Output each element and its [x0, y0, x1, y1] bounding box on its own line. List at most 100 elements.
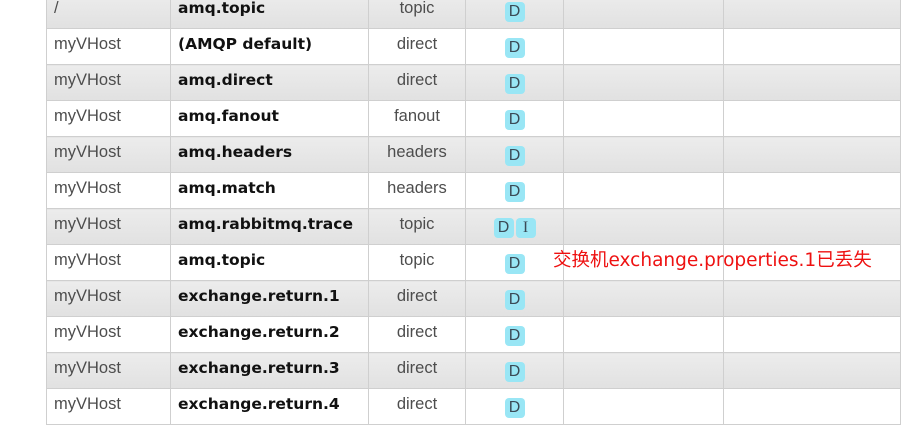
- message-rate-in-cell: [563, 352, 724, 389]
- features-cell: D: [465, 388, 564, 425]
- exchange-name-cell: amq.topic: [170, 244, 369, 281]
- exchange-row: myVHost exchange.return.1 direct D: [46, 280, 901, 317]
- message-rate-in-cell: [563, 280, 724, 317]
- message-rate-in-cell: [563, 316, 724, 353]
- durable-badge: D: [504, 182, 525, 202]
- features-cell: D: [465, 316, 564, 353]
- message-rate-out-cell: [723, 136, 901, 173]
- vhost-text: myVHost: [54, 142, 121, 161]
- message-rate-in-cell: [563, 64, 724, 101]
- exchange-name-link[interactable]: amq.headers: [178, 143, 292, 161]
- exchange-type-text: headers: [387, 178, 447, 197]
- message-rate-out-cell: [723, 172, 901, 209]
- message-rate-in-cell: [563, 136, 724, 173]
- exchange-name-link[interactable]: amq.topic: [178, 251, 265, 269]
- vhost-cell: /: [46, 0, 171, 29]
- exchange-row: myVHost amq.fanout fanout D: [46, 100, 901, 137]
- exchange-name-link[interactable]: exchange.return.3: [178, 359, 340, 377]
- durable-badge: D: [493, 218, 514, 238]
- vhost-cell: myVHost: [46, 172, 171, 209]
- exchange-name-cell: amq.headers: [170, 136, 369, 173]
- vhost-cell: myVHost: [46, 208, 171, 245]
- exchange-row: myVHost amq.match headers D: [46, 172, 901, 209]
- exchange-row: myVHost (AMQP default) direct D: [46, 28, 901, 65]
- exchange-type-cell: direct: [368, 64, 466, 101]
- durable-badge: D: [504, 362, 525, 382]
- vhost-text: myVHost: [54, 286, 121, 305]
- vhost-cell: myVHost: [46, 244, 171, 281]
- exchange-type-cell: direct: [368, 28, 466, 65]
- exchanges-table: / amq.topic topic DmyVHost (AMQP default) dir…: [46, 0, 901, 425]
- features-cell: D: [465, 352, 564, 389]
- exchange-type-text: direct: [396, 34, 438, 53]
- exchange-name-link[interactable]: amq.topic: [178, 0, 265, 17]
- exchange-name-link[interactable]: exchange.return.1: [178, 287, 340, 305]
- exchange-name-link[interactable]: amq.direct: [178, 71, 273, 89]
- vhost-cell: myVHost: [46, 136, 171, 173]
- exchange-missing-note: 交换机exchange.properties.1已丢失: [553, 250, 872, 271]
- exchange-type-cell: topic: [368, 208, 466, 245]
- exchanges-table-body: / amq.topic topic DmyVHost (AMQP default) dir…: [46, 0, 901, 425]
- message-rate-out-cell: [723, 208, 901, 245]
- vhost-text: myVHost: [54, 70, 121, 89]
- vhost-text: myVHost: [54, 106, 121, 125]
- exchanges-table-container: / amq.topic topic DmyVHost (AMQP default) dir…: [46, 0, 901, 425]
- exchange-type-cell: headers: [368, 172, 466, 209]
- exchange-name-cell: amq.topic: [170, 0, 369, 29]
- exchange-name-cell: exchange.return.4: [170, 388, 369, 425]
- exchange-name-link[interactable]: exchange.return.4: [178, 395, 340, 413]
- features-cell: D: [465, 172, 564, 209]
- vhost-cell: myVHost: [46, 352, 171, 389]
- vhost-cell: myVHost: [46, 64, 171, 101]
- exchange-type-cell: headers: [368, 136, 466, 173]
- exchange-type-text: direct: [396, 70, 438, 89]
- exchange-row: myVHost exchange.return.2 direct D: [46, 316, 901, 353]
- vhost-text: /: [54, 0, 59, 17]
- exchange-row: myVHost amq.rabbitmq.trace topic D I: [46, 208, 901, 245]
- vhost-cell: myVHost: [46, 100, 171, 137]
- features-cell: D: [465, 136, 564, 173]
- message-rate-in-cell: [563, 0, 724, 29]
- exchange-row: myVHost exchange.return.4 direct D: [46, 388, 901, 425]
- message-rate-out-cell: [723, 280, 901, 317]
- exchange-name-cell: amq.fanout: [170, 100, 369, 137]
- message-rate-out-cell: [723, 28, 901, 65]
- vhost-cell: myVHost: [46, 316, 171, 353]
- durable-badge: D: [504, 254, 525, 274]
- features-cell: D: [465, 28, 564, 65]
- durable-badge: D: [504, 110, 525, 130]
- vhost-text: myVHost: [54, 394, 121, 413]
- message-rate-in-cell: [563, 208, 724, 245]
- vhost-cell: myVHost: [46, 280, 171, 317]
- vhost-text: myVHost: [54, 322, 121, 341]
- exchange-type-text: direct: [396, 322, 438, 341]
- features-cell: D: [465, 100, 564, 137]
- exchange-type-cell: direct: [368, 352, 466, 389]
- exchange-type-cell: direct: [368, 316, 466, 353]
- exchange-row: myVHost amq.headers headers D: [46, 136, 901, 173]
- message-rate-in-cell: [563, 388, 724, 425]
- message-rate-out-cell: [723, 316, 901, 353]
- exchange-name-cell: (AMQP default): [170, 28, 369, 65]
- durable-badge: D: [504, 290, 525, 310]
- exchange-name-link[interactable]: amq.fanout: [178, 107, 279, 125]
- durable-badge: D: [504, 398, 525, 418]
- exchange-type-text: direct: [396, 394, 438, 413]
- message-rate-in-cell: [563, 100, 724, 137]
- exchange-row: myVHost exchange.return.3 direct D: [46, 352, 901, 389]
- message-rate-in-cell: [563, 28, 724, 65]
- vhost-text: myVHost: [54, 250, 121, 269]
- durable-badge: D: [504, 146, 525, 166]
- exchange-name-link[interactable]: (AMQP default): [178, 35, 312, 53]
- exchange-row: myVHost amq.direct direct D: [46, 64, 901, 101]
- exchange-name-link[interactable]: amq.match: [178, 179, 276, 197]
- durable-badge: D: [504, 326, 525, 346]
- exchange-type-text: fanout: [394, 106, 440, 125]
- exchange-name-link[interactable]: amq.rabbitmq.trace: [178, 215, 353, 233]
- exchange-name-link[interactable]: exchange.return.2: [178, 323, 340, 341]
- vhost-cell: myVHost: [46, 28, 171, 65]
- vhost-text: myVHost: [54, 34, 121, 53]
- exchange-name-cell: exchange.return.3: [170, 352, 369, 389]
- exchange-type-cell: topic: [368, 0, 466, 29]
- vhost-text: myVHost: [54, 214, 121, 233]
